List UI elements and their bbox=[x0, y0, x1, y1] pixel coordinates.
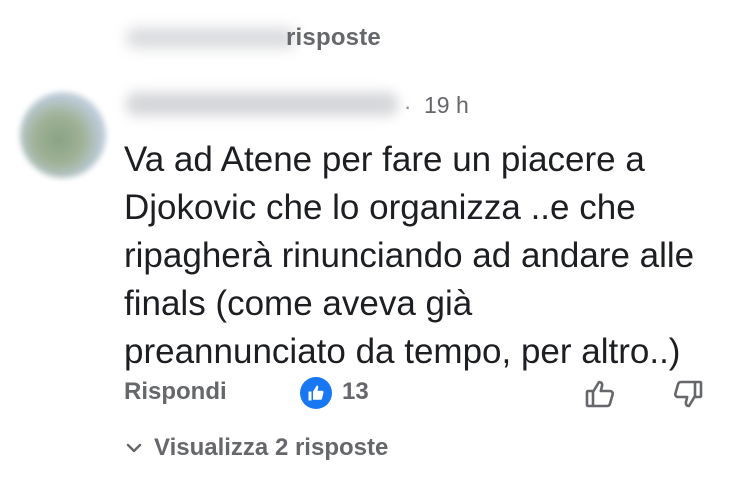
view-replies-link[interactable]: Visualizza 2 risposte bbox=[124, 434, 388, 462]
chevron-down-icon bbox=[126, 443, 142, 453]
author-name-blurred[interactable] bbox=[126, 92, 398, 116]
like-reaction-icon[interactable] bbox=[300, 377, 332, 409]
timestamp-separator: · bbox=[404, 94, 412, 119]
previous-replies-link[interactable]: risposte bbox=[118, 18, 478, 54]
comment-timestamp[interactable]: 19 h bbox=[424, 92, 469, 119]
avatar[interactable] bbox=[20, 92, 106, 178]
previous-replies-label: risposte bbox=[286, 24, 381, 51]
thumb-up-icon[interactable] bbox=[582, 376, 618, 412]
like-count[interactable]: 13 bbox=[342, 378, 369, 406]
comment-text: Va ad Atene per fare un piacere a Djokov… bbox=[124, 136, 724, 376]
comment-line: Va ad Atene per fare un piacere a bbox=[124, 140, 645, 179]
blurred-replies-text bbox=[126, 28, 296, 48]
comment-line: Djokovic che lo organizza ..e che bbox=[124, 188, 636, 227]
thumb-down-icon[interactable] bbox=[670, 376, 706, 412]
view-replies-label: Visualizza 2 risposte bbox=[154, 434, 389, 461]
comment-line: ripagherà rinunciando ad andare alle bbox=[124, 236, 695, 275]
reply-button[interactable]: Rispondi bbox=[124, 378, 227, 406]
comment-line: preannunciato da tempo, per altro..) bbox=[124, 332, 681, 371]
comment-line: finals (come aveva già bbox=[124, 284, 473, 323]
